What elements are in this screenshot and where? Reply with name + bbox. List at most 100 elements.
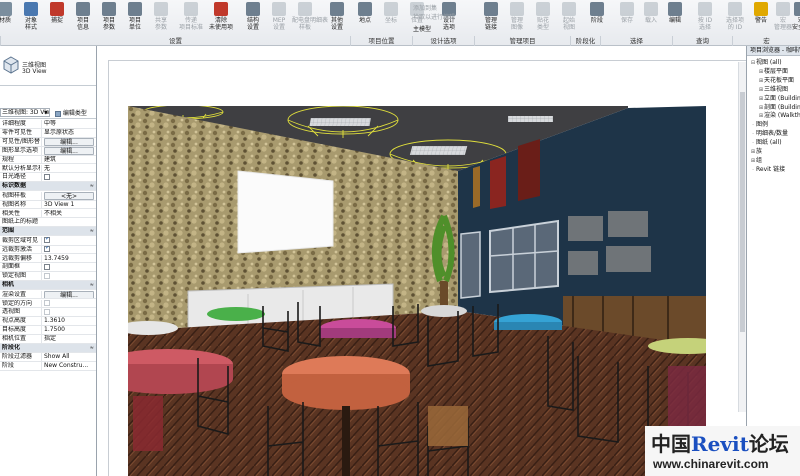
project-info-button[interactable]: 项目 信息 <box>70 1 96 35</box>
edit-selection-button[interactable]: 编辑 <box>662 1 688 35</box>
material-label: 材质 <box>0 17 11 24</box>
location-button[interactable]: 地点 <box>352 1 378 35</box>
coordinates-button[interactable]: 坐标 <box>378 1 404 35</box>
starting-view-button[interactable]: 起始 视图 <box>556 1 582 35</box>
property-value[interactable]: 1.7500 <box>41 326 96 335</box>
manage-images-button[interactable]: 管理 图像 <box>504 1 530 35</box>
browser-tree-item[interactable]: ⊞剖面 (Building Section) <box>758 104 800 112</box>
property-value[interactable]: Show All <box>41 353 96 362</box>
scrollbar-thumb[interactable] <box>740 92 745 332</box>
view-instance-dropdown[interactable]: 三维视图: 3D View 1 <box>0 108 50 117</box>
property-category[interactable]: 标识数据 ≈ <box>0 182 96 192</box>
edit-button[interactable]: 编辑... <box>44 146 94 155</box>
property-row: 视图样板 <无> <box>0 191 96 201</box>
browser-tree-item[interactable]: · 图纸 (all) <box>750 139 781 147</box>
design-option-item[interactable]: 主模型 <box>413 24 431 33</box>
tree-item-label: 三维视图 <box>764 85 789 93</box>
starting-view-label: 起始 <box>562 17 575 24</box>
object-style-button[interactable]: 对象 样式 <box>18 1 44 35</box>
transfer-std-button[interactable]: 传递 项目标准 <box>178 1 204 35</box>
browser-tree-item[interactable]: ⊞天花板平面 <box>758 77 794 85</box>
save-selection-icon <box>620 2 634 16</box>
property-name: 零件可见性 <box>2 128 33 136</box>
phasing-button[interactable]: 阶段 <box>584 1 610 35</box>
browser-tree-item[interactable]: · 明细表/数量 <box>750 130 788 138</box>
browser-tree-item[interactable]: ⊞立面 (Building Elevation) <box>758 95 800 103</box>
snap-label: 捕捉 <box>50 17 63 24</box>
snap-button[interactable]: 捕捉 <box>44 1 70 35</box>
select-by-id-button[interactable]: 按 ID 选择 <box>692 1 718 35</box>
project-info-label: 信息 <box>76 24 89 31</box>
drawing-area[interactable]: 前 <box>97 46 748 476</box>
category-label: 相机 <box>2 281 15 289</box>
collapse-icon[interactable]: ≈ <box>90 182 94 190</box>
ribbon-manage-tab: 材质 对象 样式 捕捉 项目 信息 项目 参数 项目 单位 共享 参数 传递 项目标准 清除 未使用项 结构 设置… <box>0 0 800 46</box>
material-button[interactable]: 材质 <box>0 1 18 35</box>
property-value[interactable]: 建筑 <box>41 155 96 164</box>
project-units-button[interactable]: 项目 单位 <box>122 1 148 35</box>
mep-settings-button[interactable]: MEP 设置 <box>266 1 292 35</box>
browser-tree-item[interactable]: · 图例 <box>750 121 768 129</box>
collapse-icon[interactable]: ≈ <box>90 281 94 289</box>
edit-button[interactable]: 编辑... <box>44 290 94 299</box>
collapse-icon[interactable]: ≈ <box>90 227 94 235</box>
transfer-std-icon <box>184 2 198 16</box>
shared-params-button[interactable]: 共享 参数 <box>148 1 174 35</box>
property-value[interactable]: 显示原状态 <box>41 128 96 137</box>
macro-security-label: 宏 <box>788 17 800 24</box>
property-value[interactable]: 13.7459 <box>41 254 96 263</box>
browser-tree-item[interactable]: ⊟视图 (all) <box>750 59 782 67</box>
save-selection-button[interactable]: 保存 <box>614 1 640 35</box>
property-value[interactable]: 3D View 1 <box>41 200 96 209</box>
property-checkbox[interactable] <box>44 237 50 244</box>
property-value[interactable]: 1.3610 <box>41 317 96 326</box>
type-selector[interactable]: 三维视图 3D View <box>0 46 96 86</box>
tree-item-label: 剖面 (Building Section) <box>764 103 800 111</box>
project-units-label: 单位 <box>128 24 141 31</box>
edit-type-icon <box>55 110 61 117</box>
other-settings-button[interactable]: 其他 设置 <box>324 1 350 35</box>
property-value[interactable]: New Constru... <box>41 362 96 371</box>
browser-tree-item[interactable]: ⊞渲染 (Walkthrough) <box>758 112 800 120</box>
browser-tree-item[interactable]: ⊞组 <box>750 157 762 165</box>
project-params-label: 参数 <box>102 24 115 31</box>
instance-selector: 三维视图: 3D View 1 ▼ 编辑类型 <box>0 107 96 119</box>
browser-tree-item[interactable]: ⊞族 <box>750 148 762 156</box>
decal-types-button[interactable]: 贴花 类型 <box>530 1 556 35</box>
other-settings-label: 其他 <box>330 17 343 24</box>
property-category[interactable]: 阶段化 ≈ <box>0 344 96 353</box>
element-ids-button[interactable]: 选择项的 ID <box>722 1 748 35</box>
edit-button[interactable]: 编辑... <box>44 137 94 146</box>
select-by-id-icon <box>698 2 712 16</box>
browser-tree-item[interactable]: ⊞三维视图 <box>758 86 788 94</box>
property-category[interactable]: 相机 ≈ <box>0 281 96 291</box>
property-row: 图形显示选项 编辑... <box>0 146 96 156</box>
purge-unused-button[interactable]: 清除 未使用项 <box>208 1 234 35</box>
browser-tree-item[interactable]: · Revit 链接 <box>750 166 785 174</box>
property-category[interactable]: 范围 ≈ <box>0 227 96 237</box>
project-params-button[interactable]: 项目 参数 <box>96 1 122 35</box>
collapse-icon[interactable]: ≈ <box>90 344 94 352</box>
panel-schedules-icon <box>298 2 312 16</box>
property-checkbox[interactable] <box>44 246 50 253</box>
property-value[interactable]: 中等 <box>41 120 96 128</box>
macro-security-label: 安全性 <box>791 24 800 31</box>
edit-button[interactable]: <无> <box>44 191 94 200</box>
vertical-scrollbar[interactable] <box>738 62 746 412</box>
macro-security-button[interactable]: 宏安全性 <box>788 1 800 35</box>
property-checkbox[interactable] <box>44 263 50 270</box>
browser-tree-item[interactable]: ⊞楼层平面 <box>758 68 788 76</box>
design-option-item[interactable]: 拾取以进行编辑 <box>413 12 455 21</box>
property-value[interactable]: 不相关 <box>41 209 96 218</box>
property-checkbox[interactable] <box>44 173 50 180</box>
panel-schedules-button[interactable]: 配电盘明细表 样板 <box>292 1 328 35</box>
property-value[interactable]: 无 <box>41 164 96 173</box>
structural-settings-button[interactable]: 结构 设置 <box>240 1 266 35</box>
edit-type-button[interactable]: 编辑类型 <box>55 108 87 117</box>
load-selection-icon <box>644 2 658 16</box>
load-selection-button[interactable]: 载入 <box>638 1 664 35</box>
property-row: 可见性/图形替换编辑... <box>0 137 96 147</box>
manage-links-button[interactable]: 管理 链接 <box>478 1 504 35</box>
design-option-item[interactable]: 添加到集 <box>413 3 437 12</box>
property-value[interactable]: 指定 <box>41 335 96 343</box>
